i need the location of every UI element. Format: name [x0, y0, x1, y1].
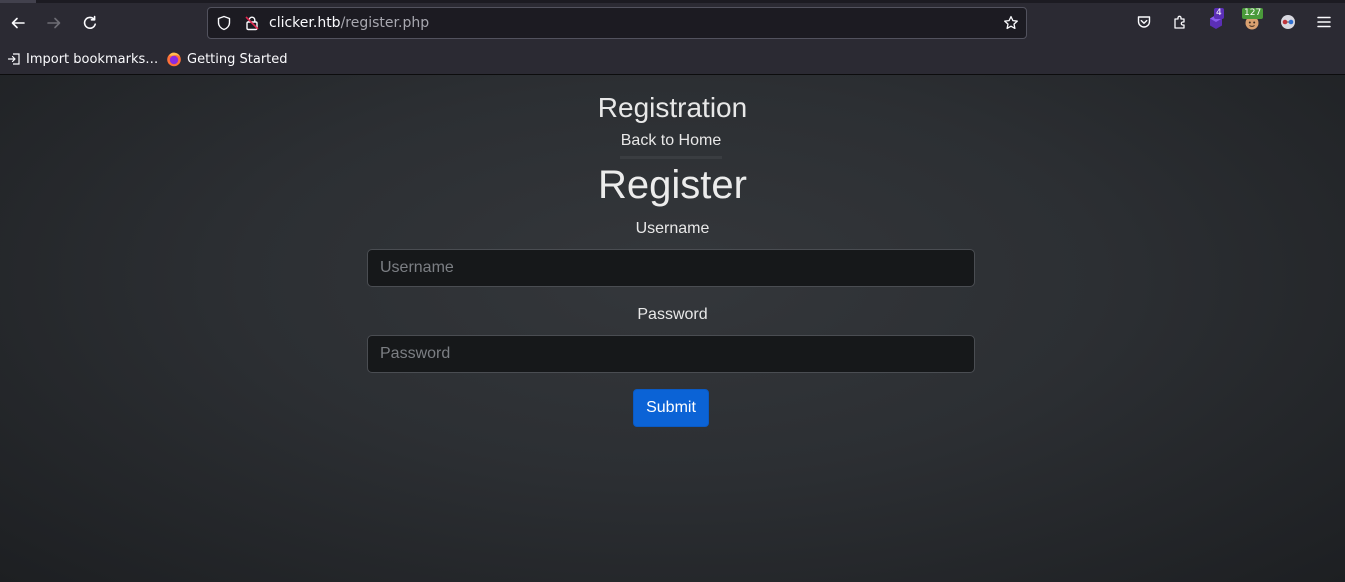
bookmark-getting-started[interactable]: Getting Started — [166, 49, 288, 69]
bookmarks-toolbar: Import bookmarks… Getting Started — [0, 46, 1345, 72]
extensions-button[interactable] — [1170, 12, 1190, 32]
glasses-icon — [1281, 15, 1295, 29]
extension-two-button[interactable]: 127 — [1242, 8, 1264, 32]
browser-toolbar: clicker.htb/register.php 4 127 Import bo… — [0, 0, 1345, 75]
bookmark-getting-started-label: Getting Started — [187, 51, 288, 67]
extension-two-badge: 127 — [1242, 8, 1264, 19]
firefox-icon — [167, 52, 181, 67]
page-content: Registration Back to Home Register Usern… — [0, 75, 1345, 582]
url-path: /register.php — [340, 15, 430, 31]
pocket-icon — [1137, 16, 1151, 28]
hamburger-menu-icon — [1317, 16, 1331, 28]
forward-button[interactable] — [39, 8, 69, 38]
password-input[interactable] — [367, 335, 975, 373]
shield-icon[interactable] — [216, 15, 232, 31]
page-heading: Register — [598, 163, 747, 207]
tab-strip — [0, 0, 1345, 3]
site-title: Registration — [597, 92, 748, 123]
back-to-home-link[interactable]: Back to Home — [620, 132, 722, 159]
puzzle-icon — [1174, 15, 1185, 29]
app-menu-button[interactable] — [1314, 12, 1334, 32]
star-icon[interactable] — [1003, 15, 1019, 31]
insecure-lock-icon[interactable] — [244, 15, 260, 31]
reload-button[interactable] — [75, 8, 105, 38]
extension-one-button[interactable]: 4 — [1206, 8, 1226, 32]
address-bar[interactable]: clicker.htb/register.php — [207, 7, 1027, 39]
bookmark-import-label: Import bookmarks… — [26, 51, 159, 67]
password-label: Password — [637, 306, 708, 323]
username-input[interactable] — [367, 249, 975, 287]
back-button[interactable] — [3, 8, 33, 38]
pocket-button[interactable] — [1134, 12, 1154, 32]
extension-three-button[interactable] — [1278, 12, 1298, 32]
username-label: Username — [635, 220, 710, 237]
url-host: clicker.htb — [269, 15, 341, 31]
import-icon — [7, 53, 20, 65]
url-text[interactable]: clicker.htb/register.php — [269, 15, 429, 31]
bookmark-import[interactable]: Import bookmarks… — [7, 49, 158, 69]
reload-icon — [83, 15, 96, 29]
extension-one-badge: 4 — [1214, 8, 1224, 19]
arrow-right-icon — [47, 17, 61, 29]
arrow-left-icon — [11, 17, 25, 29]
submit-button[interactable]: Submit — [633, 389, 709, 427]
